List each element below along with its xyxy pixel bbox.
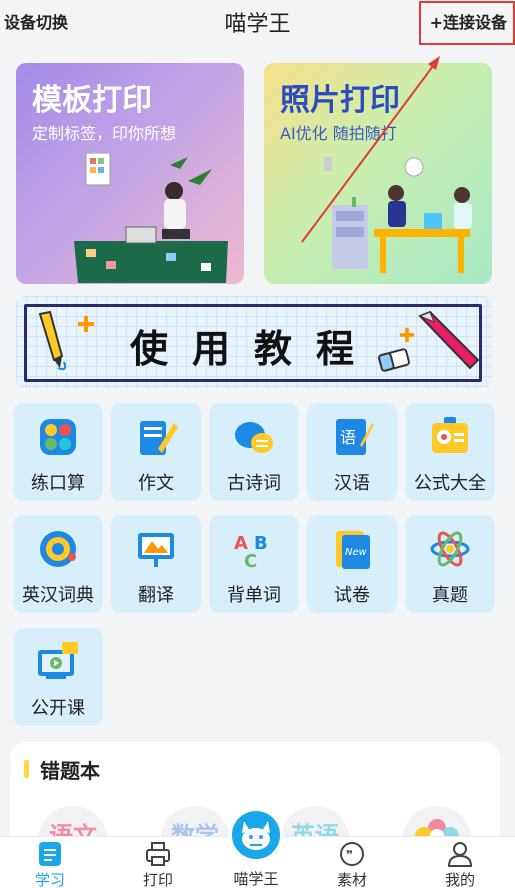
plus-sparkle-icon — [399, 327, 415, 343]
tile-label: 作文 — [138, 473, 174, 494]
tile-chinese[interactable]: 语 汉语 — [307, 403, 397, 501]
photo-print-title: 照片打印 — [280, 83, 400, 118]
highlight-box — [419, 1, 515, 45]
tab-label: 素材 — [336, 871, 367, 888]
printer-icon — [146, 842, 170, 866]
tile-dictionary[interactable]: 英汉词典 — [13, 515, 103, 613]
eraser-icon — [378, 348, 410, 372]
tab-materials[interactable]: ❞ 素材 — [312, 837, 392, 888]
tile-label: 试卷 — [334, 585, 370, 606]
tile-vocabulary[interactable]: A B C 背单词 — [209, 515, 299, 613]
tile-ancient-poetry[interactable]: 古诗词 — [209, 403, 299, 501]
tab-label: 打印 — [142, 871, 173, 888]
tile-mental-math[interactable]: 练口算 — [13, 403, 103, 501]
tile-exam-paper[interactable]: New 试卷 — [307, 515, 397, 613]
cutter-knife-icon — [418, 310, 480, 370]
tile-label: 汉语 — [334, 473, 370, 494]
formula-icon — [432, 417, 468, 453]
tile-label: 背单词 — [227, 585, 281, 606]
open-class-icon — [38, 642, 78, 679]
tab-profile[interactable]: 我的 — [420, 837, 500, 888]
tile-label: 练口算 — [31, 473, 85, 494]
template-print-subtitle: 定制标签，印你所想 — [32, 124, 177, 143]
past-exam-icon — [430, 531, 470, 567]
tile-translate[interactable]: 翻译 — [111, 515, 201, 613]
mistake-book-title: 错题本 — [40, 759, 100, 783]
photo-print-subtitle: AI优化 随拍随打 — [280, 124, 397, 143]
tab-label: 学习 — [34, 871, 65, 888]
chinese-icon: 语 — [336, 419, 374, 455]
material-icon: ❞ — [340, 842, 364, 866]
photo-print-illustration — [324, 157, 472, 273]
tile-essay[interactable]: 作文 — [111, 403, 201, 501]
poem-icon — [235, 422, 273, 453]
tab-print[interactable]: 打印 — [118, 837, 198, 888]
template-print-card[interactable]: 模板打印 定制标签，印你所想 — [16, 63, 244, 284]
tile-past-exams[interactable]: 真题 — [405, 515, 495, 613]
tile-open-class[interactable]: 公开课 — [13, 628, 103, 726]
dictionary-icon — [40, 531, 76, 567]
template-print-title: 模板打印 — [32, 83, 152, 118]
tab-home-cat[interactable] — [229, 808, 283, 862]
photo-print-card[interactable]: 照片打印 AI优化 随拍随打 — [264, 63, 492, 284]
tile-label: 公式大全 — [414, 473, 486, 494]
tile-label: 翻译 — [138, 585, 174, 606]
svg-text:❞: ❞ — [346, 848, 353, 862]
calc-icon — [40, 419, 76, 455]
study-icon — [39, 842, 61, 866]
exam-paper-icon: New — [336, 531, 370, 569]
section-accent-bar — [24, 760, 29, 778]
svg-text:语: 语 — [340, 428, 356, 447]
tab-label: 我的 — [444, 871, 475, 888]
tile-label: 古诗词 — [227, 473, 281, 494]
translate-icon — [138, 533, 174, 567]
tile-formulas[interactable]: 公式大全 — [405, 403, 495, 501]
template-print-illustration — [74, 153, 228, 283]
profile-icon — [447, 842, 473, 867]
tab-study[interactable]: 学习 — [10, 837, 90, 888]
words-icon: A B C — [234, 533, 268, 571]
tile-label: 公开课 — [31, 698, 85, 719]
tile-label: 英汉词典 — [22, 585, 94, 606]
tutorial-banner[interactable]: 使用教程 — [16, 296, 492, 388]
essay-icon — [140, 421, 178, 455]
svg-text:C: C — [244, 551, 257, 571]
cat-icon — [242, 821, 270, 850]
svg-text:New: New — [345, 547, 368, 558]
tile-label: 真题 — [432, 585, 468, 606]
tab-label: 喵学王 — [233, 870, 279, 888]
